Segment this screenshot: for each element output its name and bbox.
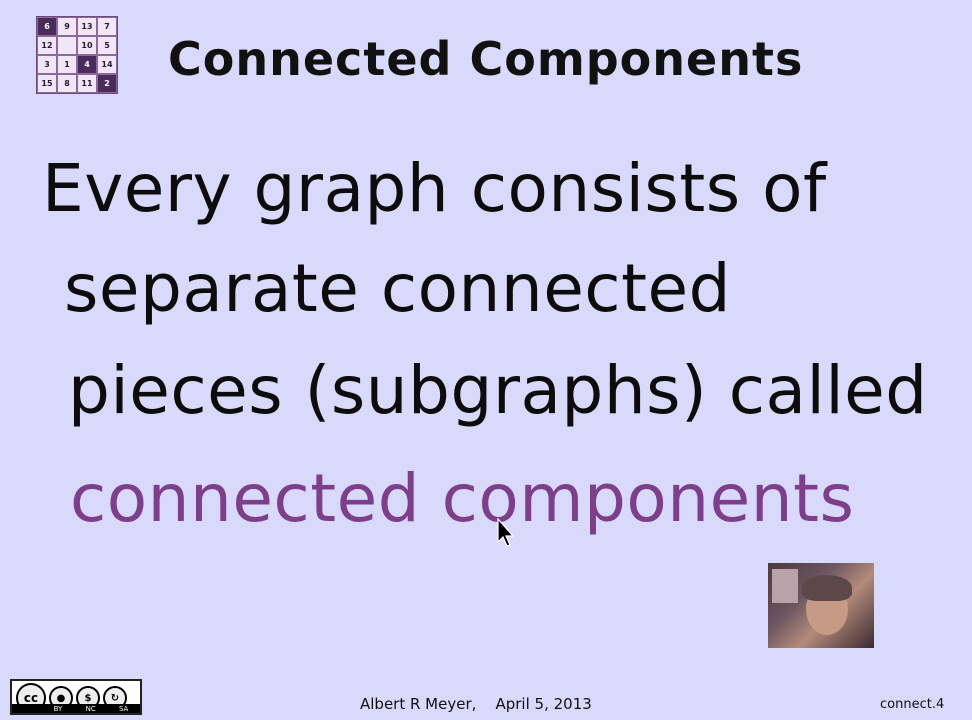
- cc-license-labels: BY NC SA: [12, 704, 140, 713]
- body-line-2: separate connected: [64, 250, 731, 327]
- presenter-webcam-thumbnail: [768, 563, 874, 648]
- logo-cell: [57, 36, 77, 55]
- body-line-1: Every graph consists of: [42, 150, 827, 227]
- slide-title: Connected Components: [168, 32, 804, 86]
- logo-cell: 10: [77, 36, 97, 55]
- logo-cell: 5: [97, 36, 117, 55]
- logo-cell: 6: [37, 17, 57, 36]
- mouse-pointer-icon: [497, 518, 515, 547]
- logo-cell: 14: [97, 55, 117, 74]
- logo-cell: 7: [97, 17, 117, 36]
- logo-cell: 4: [77, 55, 97, 74]
- footer-slide-id: connect.4: [880, 697, 945, 712]
- creative-commons-badge[interactable]: cc ● $ ↻ BY NC SA: [10, 679, 142, 715]
- logo-cell: 1: [57, 55, 77, 74]
- body-line-3: pieces (subgraphs) called: [68, 352, 928, 429]
- logo-cell: 8: [57, 74, 77, 93]
- logo-cell: 13: [77, 17, 97, 36]
- logo-cell: 3: [37, 55, 57, 74]
- cc-label-nc: NC: [85, 704, 96, 713]
- presenter-hair: [802, 575, 852, 601]
- cc-label-sa: SA: [118, 704, 129, 713]
- logo-cell: 11: [77, 74, 97, 93]
- logo-cell: 12: [37, 36, 57, 55]
- logo-puzzle-grid: 6 9 13 7 12 10 5 3 1 4 14 15 8 11 2: [36, 16, 118, 94]
- highlighted-term: connected components: [70, 460, 855, 537]
- logo-cell: 15: [37, 74, 57, 93]
- webcam-background: [772, 569, 798, 603]
- logo-cell: 9: [57, 17, 77, 36]
- logo-cell: 2: [97, 74, 117, 93]
- footer-author-date: Albert R Meyer, April 5, 2013: [360, 695, 592, 713]
- cc-label-by: BY: [53, 704, 63, 713]
